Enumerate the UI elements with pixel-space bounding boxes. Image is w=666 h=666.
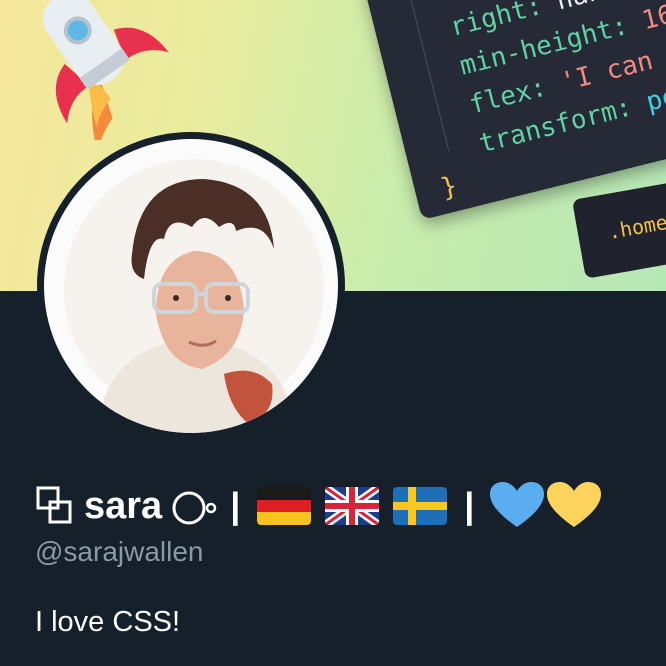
profile-handle: @sarajwallen (35, 536, 204, 567)
yellow-heart-icon (547, 482, 602, 527)
sweden-flag-icon (393, 487, 448, 525)
circle-dot-icon (172, 491, 217, 525)
hearts-icon (490, 482, 602, 527)
code-snippet-card: left: poi right: handed; min-height: 162… (340, 0, 666, 220)
blue-heart-icon (490, 482, 545, 527)
profile-name-row: sara | | (36, 478, 602, 534)
profile-bio: I love CSS! (35, 606, 181, 638)
avatar[interactable] (44, 139, 338, 433)
code-snippet-card-secondary: .home (572, 175, 666, 279)
rocket-icon (42, 0, 169, 140)
overlapping-squares-icon (36, 486, 72, 524)
uk-flag-icon (325, 487, 380, 525)
avatar-ring[interactable] (37, 132, 345, 440)
germany-flag-icon (257, 487, 312, 525)
avatar-portrait-icon (64, 159, 324, 433)
closing-brace: } (437, 171, 461, 204)
display-name: sara (84, 484, 163, 527)
name-separator: | (230, 485, 241, 526)
class-selector-text: .home (606, 209, 666, 245)
code-indent-rail (390, 0, 450, 152)
flags-separator: | (464, 485, 475, 526)
